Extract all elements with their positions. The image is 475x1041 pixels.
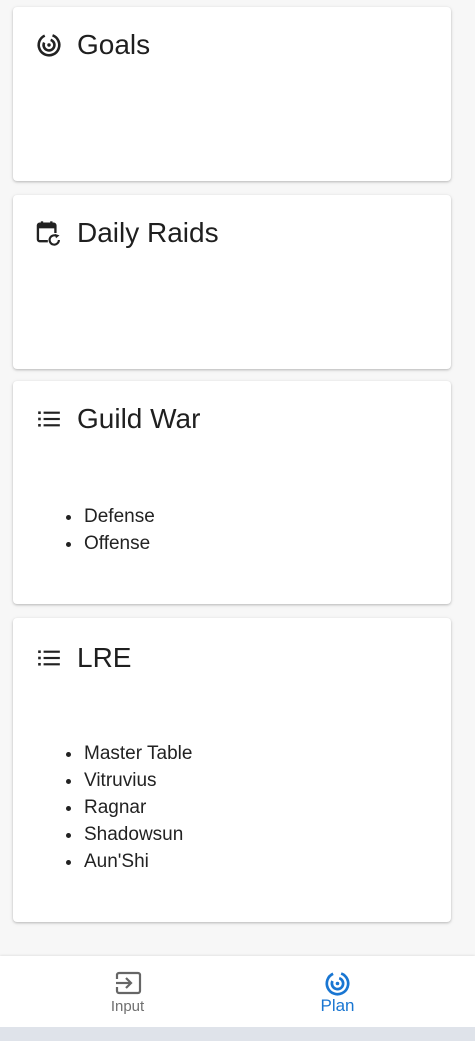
- daily-raids-card-header: Daily Raids: [35, 219, 219, 247]
- lre-card[interactable]: LRE Master Table Vitruvius Ragnar Shadow…: [13, 618, 451, 922]
- list-item[interactable]: Shadowsun: [83, 821, 192, 848]
- lre-list: Master Table Vitruvius Ragnar Shadowsun …: [63, 740, 192, 875]
- main-content: Goals Daily Raids Guild War • Defense • …: [0, 0, 475, 956]
- nav-plan-button[interactable]: Plan: [219, 956, 456, 1027]
- daily-raids-card[interactable]: Daily Raids: [13, 195, 451, 369]
- goals-card[interactable]: Goals: [13, 7, 451, 181]
- input-icon: [113, 970, 143, 996]
- lre-card-header: LRE: [35, 644, 131, 672]
- list-item[interactable]: Ragnar: [83, 794, 192, 821]
- goals-target-icon: [35, 31, 63, 59]
- list-icon: [35, 644, 63, 672]
- goals-card-header: Goals: [35, 31, 150, 59]
- bottom-navigation: Input Plan: [0, 956, 475, 1027]
- list-item[interactable]: Offense: [83, 530, 155, 557]
- daily-raids-card-title: Daily Raids: [77, 217, 219, 248]
- list-item[interactable]: Aun'Shi: [83, 848, 192, 875]
- list-item[interactable]: Defense: [83, 503, 155, 530]
- calendar-refresh-icon: [35, 219, 63, 247]
- nav-input-button[interactable]: Input: [9, 956, 246, 1027]
- list-item[interactable]: Vitruvius: [83, 767, 192, 794]
- browser-bottom-bar: [0, 1027, 475, 1041]
- guild-war-card-header: Guild War: [35, 405, 200, 433]
- guild-war-card-title: Guild War: [77, 403, 201, 434]
- nav-input-label: Input: [110, 998, 145, 1015]
- list-icon: [35, 405, 63, 433]
- guild-war-card[interactable]: Guild War Defense Offense: [13, 381, 451, 604]
- goals-card-title: Goals: [77, 29, 151, 60]
- nav-plan-label: Plan: [320, 996, 355, 1015]
- lre-card-title: LRE: [77, 642, 132, 673]
- list-item[interactable]: Master Table: [83, 740, 192, 767]
- guild-war-list: Defense Offense: [63, 503, 155, 557]
- plan-target-icon: [324, 970, 351, 996]
